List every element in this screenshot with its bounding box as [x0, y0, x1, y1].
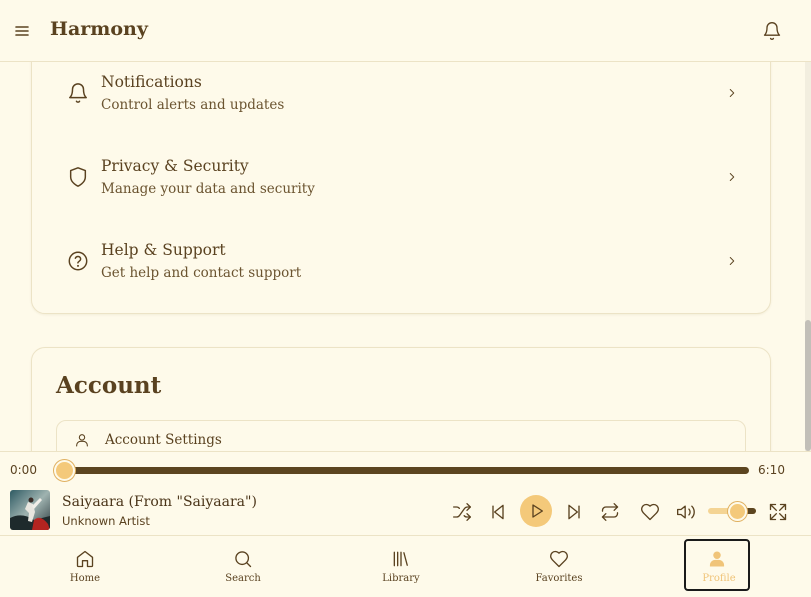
app-header: Harmony — [0, 0, 811, 62]
settings-row-help[interactable]: Help & Support Get help and contact supp… — [32, 235, 772, 295]
nav-label: Library — [382, 573, 420, 584]
progress-bar[interactable] — [59, 467, 749, 474]
account-settings-label: Account Settings — [105, 432, 222, 448]
account-card: Account Account Settings — [31, 347, 771, 451]
skip-back-icon[interactable] — [488, 502, 508, 522]
account-section-title: Account — [56, 372, 162, 399]
settings-row-subtitle: Get help and contact support — [101, 265, 302, 281]
repeat-icon[interactable] — [600, 502, 620, 522]
album-art — [10, 490, 50, 530]
nav-profile[interactable]: Profile — [684, 539, 750, 591]
nav-label: Home — [69, 573, 101, 584]
bell-icon — [763, 22, 781, 40]
settings-card: Notifications Control alerts and updates… — [31, 62, 771, 314]
track-duration: 6:10 — [758, 463, 785, 477]
chevron-right-icon — [729, 173, 735, 181]
track-artist: Unknown Artist — [62, 514, 150, 528]
library-icon — [393, 551, 408, 567]
settings-row-subtitle: Manage your data and security — [101, 181, 315, 197]
help-circle-icon — [68, 251, 88, 271]
volume-icon[interactable] — [676, 502, 696, 522]
settings-row-subtitle: Control alerts and updates — [101, 97, 285, 113]
nav-home[interactable]: Home — [52, 539, 118, 591]
current-time: 0:00 — [10, 463, 37, 477]
shuffle-icon[interactable] — [452, 502, 472, 522]
play-button[interactable] — [520, 495, 552, 527]
menu-icon — [15, 26, 29, 36]
volume-handle[interactable] — [728, 502, 747, 521]
skip-forward-icon[interactable] — [564, 502, 584, 522]
nav-label: Favorites — [535, 573, 583, 584]
user-icon — [709, 551, 725, 567]
settings-row-title: Notifications — [101, 73, 202, 91]
maximize-icon[interactable] — [768, 502, 788, 522]
player-bar: 0:00 6:10 Saiyaara (From "Saiyaara") Unk… — [0, 451, 811, 536]
progress-handle[interactable] — [54, 460, 75, 481]
app-title: Harmony — [50, 18, 148, 40]
chevron-right-icon — [729, 257, 735, 265]
content-scrollbar[interactable] — [805, 62, 811, 451]
heart-icon — [550, 550, 568, 568]
scrollbar-thumb[interactable] — [805, 320, 811, 451]
search-icon — [235, 551, 252, 568]
settings-row-title: Privacy & Security — [101, 157, 249, 175]
settings-row-privacy[interactable]: Privacy & Security Manage your data and … — [32, 151, 772, 211]
nav-search[interactable]: Search — [210, 539, 276, 591]
profile-content[interactable]: Notifications Control alerts and updates… — [0, 62, 805, 451]
nav-favorites[interactable]: Favorites — [526, 539, 592, 591]
account-settings-item[interactable]: Account Settings — [56, 420, 746, 451]
nav-label: Profile — [702, 573, 736, 584]
bottom-nav: Home Search Library Favorites Profile — [0, 537, 811, 597]
heart-icon[interactable] — [640, 502, 660, 522]
shield-icon — [69, 167, 87, 187]
menu-button[interactable] — [13, 23, 31, 39]
notifications-button[interactable] — [762, 21, 782, 41]
settings-row-notifications[interactable]: Notifications Control alerts and updates — [32, 67, 772, 127]
chevron-right-icon — [729, 89, 735, 97]
home-icon — [76, 550, 94, 568]
user-icon — [76, 434, 88, 447]
track-title: Saiyaara (From "Saiyaara") — [62, 494, 257, 510]
nav-label: Search — [225, 573, 261, 584]
nav-library[interactable]: Library — [368, 539, 434, 591]
bell-icon — [69, 83, 87, 103]
settings-row-title: Help & Support — [101, 241, 226, 259]
play-icon — [532, 504, 543, 518]
